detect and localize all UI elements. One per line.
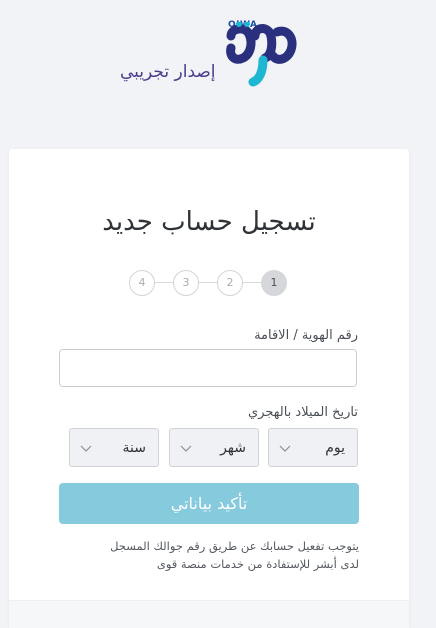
register-card: تسجيل حساب جديد 4 3 2 1 رقم الهوية / الا… <box>9 149 409 628</box>
logo-subtitle: إصدار تجريبي <box>120 62 216 82</box>
day-select[interactable]: يوم <box>268 428 358 467</box>
id-number-label: رقم الهوية / الاقامة <box>254 328 358 343</box>
step-2: 2 <box>217 270 243 296</box>
confirm-data-button[interactable]: تأكيد بياناتي <box>59 483 359 524</box>
qiwa-logo[interactable]: QIWA إصدار تجريبي <box>120 20 300 90</box>
step-3: 3 <box>173 270 199 296</box>
id-number-input[interactable] <box>59 349 357 387</box>
activation-note-line-1: يتوجب تفعيل حسابك عن طريق رقم جوالك المس… <box>110 539 359 553</box>
birthdate-label: تاريخ الميلاد بالهجري <box>248 405 358 420</box>
step-4: 4 <box>129 270 155 296</box>
step-indicator: 4 3 2 1 <box>129 269 289 297</box>
chevron-down-icon <box>180 445 192 452</box>
card-footer <box>9 600 409 628</box>
year-select-value: سنة <box>122 440 146 456</box>
activation-note: يتوجب تفعيل حسابك عن طريق رقم جوالك المس… <box>49 537 359 573</box>
step-connector <box>143 282 275 283</box>
month-select[interactable]: شهر <box>169 428 259 467</box>
year-select[interactable]: سنة <box>69 428 159 467</box>
chevron-down-icon <box>80 445 92 452</box>
step-1-active: 1 <box>261 270 287 296</box>
day-select-value: يوم <box>325 440 345 456</box>
qiwa-logo-mark <box>226 22 297 87</box>
activation-note-line-2: لدى أبشر للإستفادة من خدمات منصة قوى <box>156 557 359 571</box>
page-title: تسجيل حساب جديد <box>102 207 316 237</box>
chevron-down-icon <box>279 445 291 452</box>
month-select-value: شهر <box>220 440 246 456</box>
